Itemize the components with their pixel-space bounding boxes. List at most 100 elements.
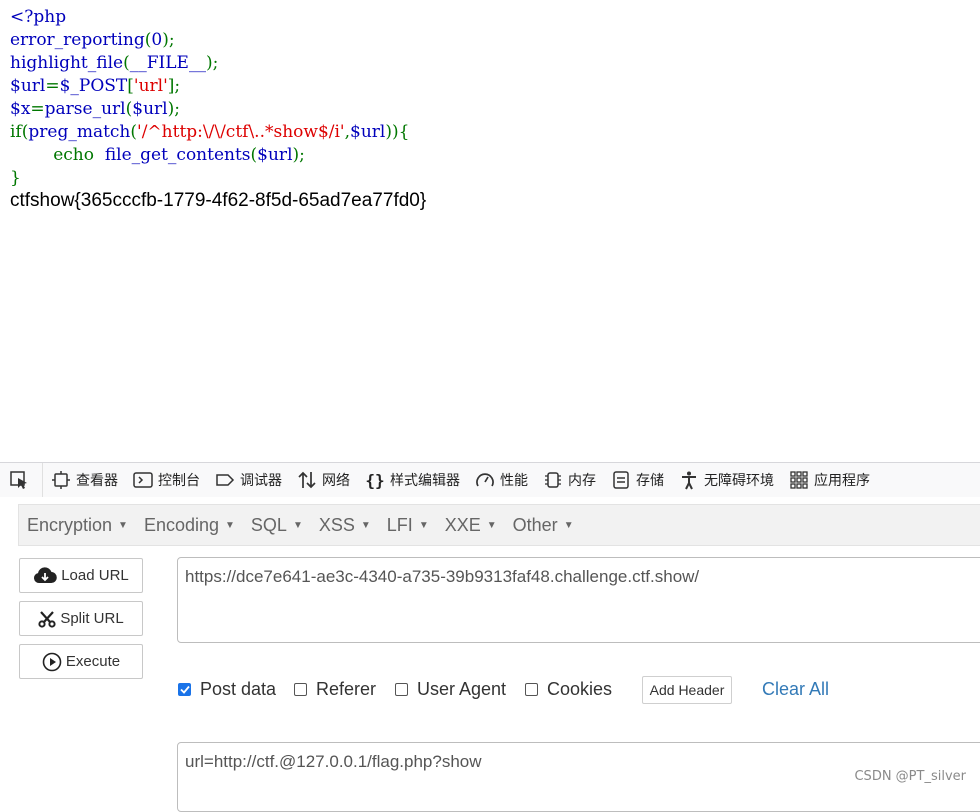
tab-console[interactable]: 控制台 (125, 463, 207, 497)
menu-sql[interactable]: SQL ▼ (243, 505, 311, 545)
console-icon (132, 469, 154, 491)
hackbar-menu-bar: Encryption ▼ Encoding ▼ SQL ▼ XSS ▼ LFI ▼ XXE… (18, 504, 980, 546)
network-icon (296, 469, 318, 491)
watermark: CSDN @PT_silver (854, 769, 966, 784)
style-editor-icon: {} (365, 470, 385, 490)
tab-application[interactable]: 应用程序 (781, 463, 877, 497)
load-url-button[interactable]: Load URL (19, 558, 143, 593)
tab-network-label: 网络 (322, 473, 350, 489)
url-textarea[interactable]: https://dce7e641-ae3c-4340-a735-39b9313f… (177, 557, 980, 643)
tab-accessibility[interactable]: 无障碍环境 (671, 463, 781, 497)
code-token: ]; (167, 76, 181, 96)
scissors-icon (38, 610, 56, 628)
code-token: ); (167, 99, 180, 119)
split-url-label: Split URL (60, 610, 124, 627)
element-picker-button[interactable] (0, 463, 43, 497)
execute-label: Execute (65, 653, 121, 670)
debugger-icon (214, 469, 236, 491)
code-line: $url=$_POST['url']; (10, 75, 409, 98)
code-token: if (10, 122, 22, 142)
code-line: $x=parse_url($url); (10, 98, 409, 121)
code-line: echo file_get_contents($url); (10, 144, 409, 167)
code-token: ); (205, 53, 219, 73)
menu-lfi[interactable]: LFI ▼ (379, 505, 437, 545)
code-token: ); (292, 145, 305, 165)
referer-checkbox[interactable]: Referer (294, 679, 376, 700)
tab-network[interactable]: 网络 (289, 463, 357, 497)
tab-inspector-label: 查看器 (76, 473, 118, 489)
tab-console-label: 控制台 (158, 473, 200, 489)
code-token: = (30, 99, 45, 119)
code-token: $url (350, 122, 386, 142)
code-token: $url (132, 99, 168, 119)
tab-style-editor[interactable]: {} 样式编辑器 (357, 463, 467, 497)
application-icon (788, 469, 810, 491)
code-token: $url (257, 145, 293, 165)
pointer-picker-icon (8, 469, 30, 491)
code-token: highlight_file (10, 53, 124, 73)
code-line: error_reporting(0); (10, 29, 409, 52)
menu-encoding-label: Encoding (143, 514, 220, 535)
cookies-checkbox[interactable]: Cookies (525, 679, 612, 700)
menu-xxe[interactable]: XXE ▼ (437, 505, 505, 545)
caret-down-icon: ▼ (292, 519, 303, 531)
tab-debugger[interactable]: 调试器 (207, 463, 289, 497)
checkbox-unchecked-icon (395, 683, 408, 696)
checkbox-unchecked-icon (525, 683, 538, 696)
tab-storage[interactable]: 存储 (603, 463, 671, 497)
tab-memory[interactable]: 内存 (535, 463, 603, 497)
inspector-icon (50, 469, 72, 491)
tab-performance[interactable]: 性能 (467, 463, 535, 497)
clear-all-link[interactable]: Clear All (762, 679, 829, 700)
caret-down-icon: ▼ (225, 519, 235, 531)
cookies-label: Cookies (547, 679, 613, 699)
code-token: } (10, 168, 21, 188)
menu-sql-label: SQL (250, 514, 287, 535)
caret-down-icon: ▼ (118, 519, 128, 531)
tab-application-label: 应用程序 (814, 473, 870, 489)
menu-encoding[interactable]: Encoding ▼ (136, 505, 243, 545)
code-token: )){ (385, 122, 410, 142)
post-data-checkbox[interactable]: Post data (178, 679, 276, 700)
tab-storage-label: 存储 (636, 473, 664, 489)
code-token: echo (10, 145, 105, 165)
tab-debugger-label: 调试器 (240, 473, 282, 489)
code-token: ( (123, 53, 130, 73)
code-token: $_POST (59, 76, 128, 96)
menu-encryption-label: Encryption (27, 514, 113, 535)
tab-performance-label: 性能 (500, 473, 528, 489)
menu-xss[interactable]: XSS ▼ (311, 505, 379, 545)
code-token: ); (162, 30, 175, 50)
menu-xss-label: XSS (318, 514, 355, 535)
devtools-toolbar: 查看器 控制台 调试器 网络 {} 样式编辑器 性能 内存 存储 无障碍环境 应… (0, 462, 980, 497)
user-agent-checkbox[interactable]: User Agent (395, 679, 506, 700)
page-output-flag: ctfshow{365cccfb-1779-4f62-8f5d-65ad7ea7… (10, 190, 427, 211)
split-url-button[interactable]: Split URL (19, 601, 143, 636)
tab-style-editor-label: 样式编辑器 (390, 473, 460, 489)
code-token: $x (10, 99, 31, 119)
checkbox-checked-icon (178, 683, 191, 696)
code-token: 0 (151, 30, 163, 50)
play-circle-icon (42, 652, 62, 672)
code-token: [ (127, 76, 134, 96)
menu-encryption[interactable]: Encryption ▼ (19, 505, 136, 545)
cloud-download-icon (33, 566, 57, 585)
menu-other[interactable]: Other ▼ (505, 505, 582, 545)
performance-icon (474, 469, 496, 491)
code-line: highlight_file(__FILE__); (10, 52, 409, 75)
caret-down-icon: ▼ (563, 519, 574, 531)
referer-label: Referer (316, 679, 377, 699)
tab-inspector[interactable]: 查看器 (43, 463, 125, 497)
execute-button[interactable]: Execute (19, 644, 143, 679)
tab-memory-label: 内存 (568, 473, 596, 489)
add-header-button[interactable]: Add Header (642, 676, 732, 704)
code-token: preg_match (28, 122, 131, 142)
code-token: = (45, 76, 60, 96)
caret-down-icon: ▼ (486, 519, 497, 531)
code-token: parse_url (44, 99, 126, 119)
code-token: '/^http:\/\/ctf\..*show$/i' (137, 122, 345, 142)
caret-down-icon: ▼ (360, 519, 371, 531)
menu-xxe-label: XXE (444, 514, 481, 535)
memory-icon (542, 469, 564, 491)
code-token: <?php (10, 7, 67, 27)
